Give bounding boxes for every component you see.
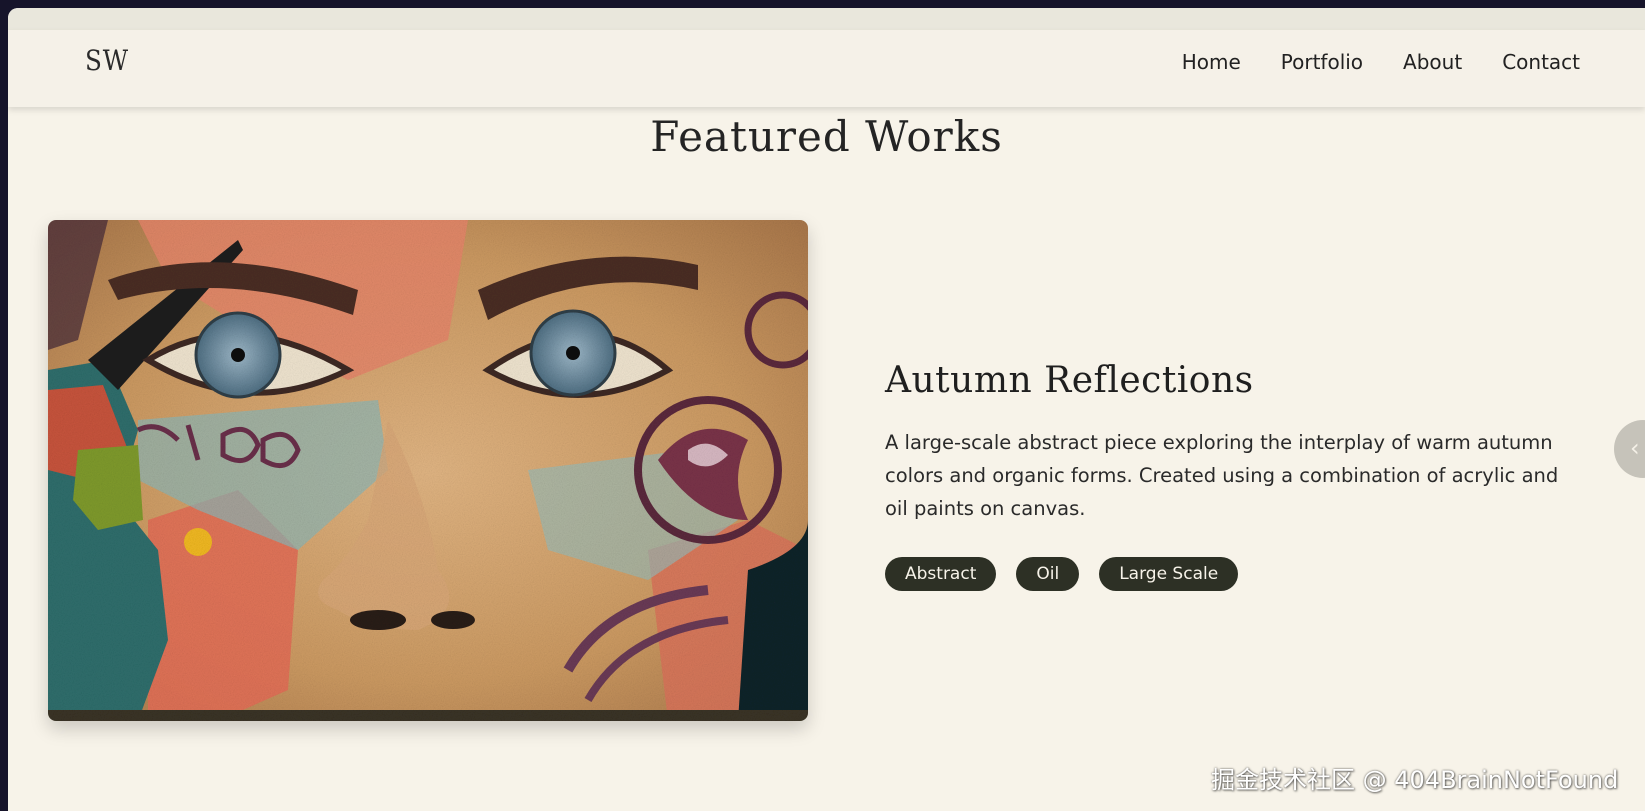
watermark: 掘金技术社区 @ 404BrainNotFound bbox=[1211, 766, 1619, 794]
tag-abstract: Abstract bbox=[885, 557, 997, 591]
artwork-title: Autumn Reflections bbox=[885, 360, 1254, 401]
tag-large-scale: Large Scale bbox=[1099, 557, 1239, 591]
tag-oil: Oil bbox=[1016, 557, 1080, 591]
carousel-next-button[interactable]: ‹ bbox=[1614, 420, 1645, 478]
artwork-description: A large-scale abstract piece exploring t… bbox=[885, 431, 1559, 520]
site-logo[interactable]: SW bbox=[85, 44, 129, 77]
nav-link-portfolio[interactable]: Portfolio bbox=[1281, 50, 1363, 74]
nav-link-contact[interactable]: Contact bbox=[1502, 50, 1580, 74]
page: SW Home Portfolio About Contact Featured… bbox=[8, 8, 1645, 811]
nav-link-about[interactable]: About bbox=[1403, 50, 1462, 74]
navbar: SW Home Portfolio About Contact bbox=[8, 30, 1645, 107]
artwork-image[interactable] bbox=[48, 220, 808, 721]
artwork-tags: Abstract Oil Large Scale bbox=[885, 557, 1258, 591]
nav-link-home[interactable]: Home bbox=[1182, 50, 1241, 74]
chevron-left-icon: ‹ bbox=[1630, 434, 1640, 462]
browser-top-strip bbox=[8, 8, 1645, 30]
nav-links: Home Portfolio About Contact bbox=[1142, 50, 1580, 74]
street-art-face-mural bbox=[48, 220, 808, 721]
section-title: Featured Works bbox=[650, 112, 1003, 161]
